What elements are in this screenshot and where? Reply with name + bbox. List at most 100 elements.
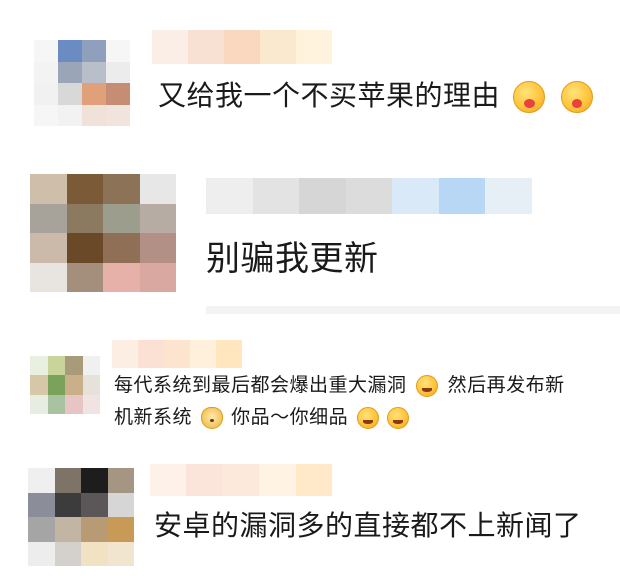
commenter-avatar[interactable]	[28, 468, 134, 566]
comment-text: 又给我一个不买苹果的理由	[158, 76, 593, 116]
comment-text-part: 每代系统到最后都会爆出重大漏洞	[114, 374, 407, 396]
avatar-tile	[103, 233, 140, 263]
avatar-tile	[65, 394, 83, 414]
avatar-tile	[28, 517, 55, 542]
doge-icon	[200, 406, 223, 429]
commenter-name-blurred[interactable]	[150, 464, 333, 496]
avatar-tile	[139, 203, 176, 233]
comment-text: 别骗我更新	[206, 236, 379, 282]
name-tile	[216, 340, 242, 368]
name-tile	[299, 178, 346, 214]
avatar-tile	[82, 394, 100, 414]
name-tile	[150, 464, 187, 496]
name-tile	[112, 340, 138, 368]
avatar-tile	[30, 356, 48, 376]
avatar-tile	[107, 541, 134, 566]
avatar-tile	[58, 83, 82, 105]
commenter-avatar[interactable]	[30, 356, 100, 414]
hug-face-icon	[560, 81, 593, 113]
avatar-tile	[81, 541, 108, 566]
avatar-tile	[34, 83, 58, 105]
comment-text-body: 别骗我更新	[206, 239, 379, 279]
comment-1: 又给我一个不买苹果的理由	[0, 0, 620, 140]
avatar-tile	[106, 61, 130, 83]
comment-text-body: 安卓的漏洞多的直接都不上新闻了	[154, 509, 582, 542]
avatar-tile	[103, 262, 140, 292]
avatar-tile	[106, 40, 130, 62]
avatar-tile	[82, 104, 106, 126]
name-tile	[222, 464, 260, 496]
name-tile	[392, 178, 439, 214]
comment-2: 别骗我更新	[0, 150, 620, 330]
tears-of-joy-icon	[356, 406, 379, 429]
commenter-name-blurred[interactable]	[152, 30, 332, 64]
avatar-tile	[107, 517, 134, 542]
avatar-tile	[30, 233, 67, 263]
commenter-avatar[interactable]	[30, 174, 176, 292]
comment-text-line-1: 每代系统到最后都会爆出重大漏洞 然后再发布新	[114, 370, 565, 400]
name-tile	[252, 178, 300, 214]
avatar-tile	[54, 492, 81, 517]
avatar-tile	[139, 174, 176, 204]
tears-of-joy-icon	[387, 406, 410, 429]
avatar-tile	[28, 468, 55, 493]
name-tile	[296, 30, 332, 64]
avatar-tile	[34, 40, 58, 62]
avatar-tile	[82, 356, 100, 376]
avatar-tile	[54, 541, 81, 566]
avatar-tile	[34, 104, 58, 126]
name-tile	[259, 464, 296, 496]
name-tile	[345, 178, 393, 214]
divider	[206, 306, 620, 314]
comment-text-body: 又给我一个不买苹果的理由	[158, 79, 501, 112]
comment-text-part: 然后再发布新	[447, 374, 565, 396]
name-tile	[295, 464, 333, 496]
avatar-tile	[34, 61, 58, 83]
avatar-tile	[58, 40, 82, 62]
avatar-tile	[65, 356, 83, 376]
name-tile	[190, 340, 216, 368]
name-tile	[164, 340, 190, 368]
avatar-tile	[47, 356, 65, 376]
avatar-tile	[103, 174, 140, 204]
name-tile	[138, 340, 164, 368]
avatar-tile	[106, 83, 130, 105]
name-tile	[186, 464, 223, 496]
avatar-tile	[30, 394, 48, 414]
comment-4: 安卓的漏洞多的直接都不上新闻了	[0, 450, 620, 578]
avatar-tile	[82, 40, 106, 62]
name-tile	[188, 30, 224, 64]
comment-3: 每代系统到最后都会爆出重大漏洞 然后再发布新 机新系统 你品～你细品	[0, 336, 620, 446]
commenter-name-blurred[interactable]	[206, 178, 533, 214]
avatar-tile	[81, 517, 108, 542]
hug-face-icon	[513, 81, 546, 113]
avatar-tile	[54, 468, 81, 493]
avatar-tile	[30, 262, 67, 292]
avatar-tile	[28, 492, 55, 517]
avatar-tile	[30, 174, 67, 204]
avatar-tile	[81, 468, 108, 493]
avatar-tile	[58, 61, 82, 83]
comment-text-part: 机新系统	[114, 406, 193, 428]
avatar-tile	[30, 203, 67, 233]
avatar-tile	[82, 375, 100, 395]
commenter-avatar[interactable]	[34, 40, 130, 126]
name-tile	[260, 30, 296, 64]
avatar-tile	[66, 203, 103, 233]
avatar-tile	[47, 375, 65, 395]
avatar-tile	[139, 262, 176, 292]
avatar-tile	[28, 541, 55, 566]
avatar-tile	[54, 517, 81, 542]
avatar-tile	[30, 375, 48, 395]
avatar-tile	[58, 104, 82, 126]
name-tile	[224, 30, 260, 64]
avatar-tile	[107, 492, 134, 517]
avatar-tile	[66, 174, 103, 204]
avatar-tile	[66, 262, 103, 292]
name-tile	[485, 178, 533, 214]
avatar-tile	[82, 61, 106, 83]
avatar-tile	[107, 468, 134, 493]
comment-text-line-2: 机新系统 你品～你细品	[114, 402, 410, 432]
avatar-tile	[82, 83, 106, 105]
commenter-name-blurred[interactable]	[112, 340, 242, 368]
